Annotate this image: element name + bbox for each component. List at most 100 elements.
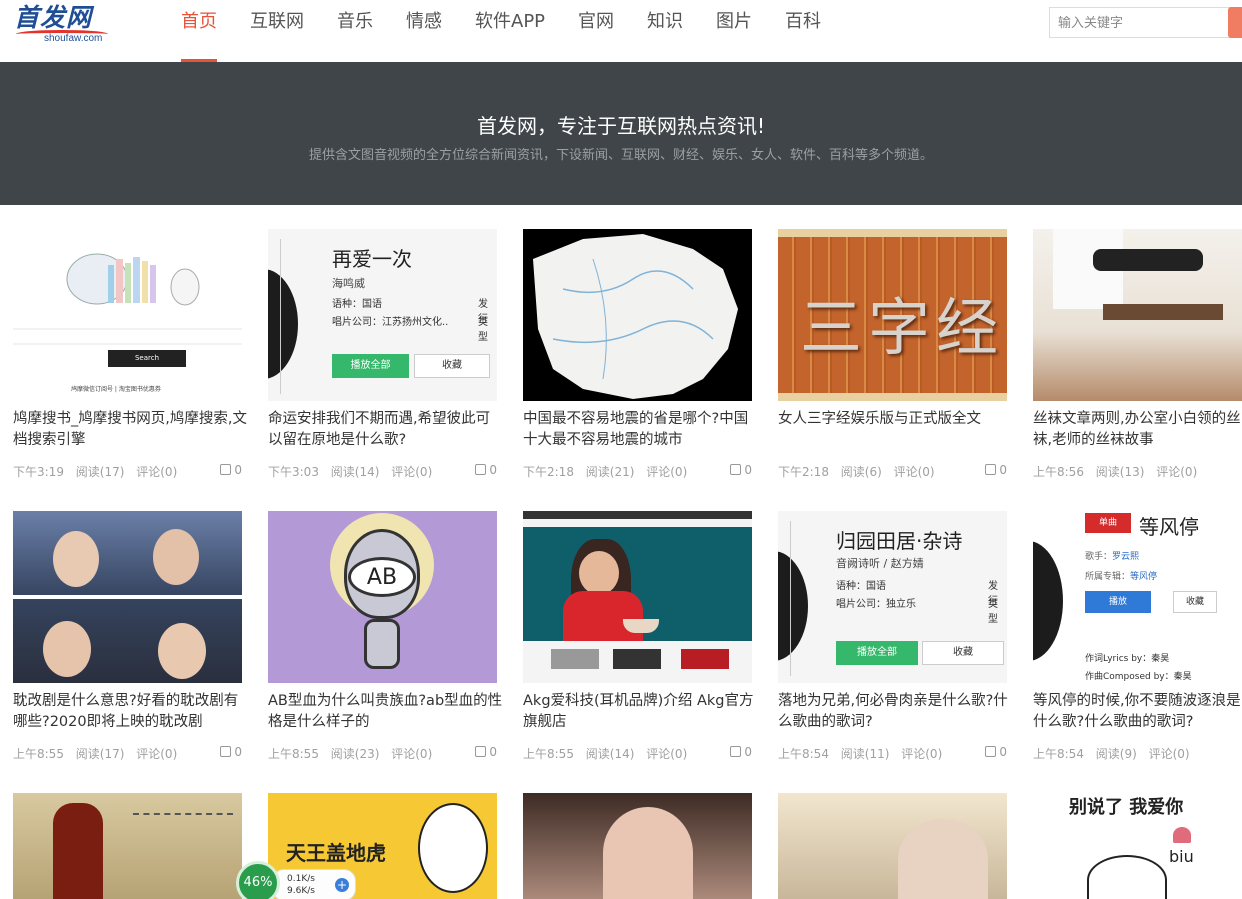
nav-item-official[interactable]: 官网: [567, 0, 625, 62]
site-logo[interactable]: 首发网 shoufaw.com: [14, 3, 114, 44]
article-meta: 上午8:54 阅读(11) 评论(0) 0: [778, 745, 1007, 762]
article-thumbnail[interactable]: [13, 511, 242, 683]
song-artist: 音阙诗听 / 赵方婧: [836, 557, 924, 570]
logo-domain: shoufaw.com: [44, 33, 103, 44]
like-count: 0: [999, 463, 1007, 477]
article-time: 上午8:55: [268, 747, 319, 761]
article-thumbnail[interactable]: [523, 511, 752, 683]
article-reads: 阅读(13): [1095, 465, 1145, 479]
article-thumbnail[interactable]: [13, 793, 242, 899]
speed-panel: 0.1K/s 9.6K/s +: [272, 869, 356, 899]
nav-item-home[interactable]: 首页: [170, 0, 228, 62]
photo-face: [158, 623, 206, 679]
network-speed-widget[interactable]: 0.1K/s 9.6K/s + 46%: [236, 861, 358, 899]
thumbs-up-icon: [220, 746, 232, 757]
article-thumbnail[interactable]: 单曲 等风停 歌手：罗云熙 所属专辑：等风停 播放 收藏 作词Lyrics by…: [1033, 511, 1242, 683]
vinyl-record-icon: [778, 551, 808, 661]
like-button[interactable]: 0: [475, 463, 497, 477]
article-title[interactable]: 耽改剧是什么意思?好看的耽改剧有哪些?2020即将上映的耽改剧: [13, 691, 248, 733]
like-button[interactable]: 0: [475, 745, 497, 759]
like-button[interactable]: 0: [220, 745, 242, 759]
like-button[interactable]: 0: [730, 745, 752, 759]
article-comments: 评论(0): [646, 465, 688, 479]
article-title[interactable]: Akg爱科技(耳机品牌)介绍 Akg官方旗舰店: [523, 691, 758, 733]
nav-item-encyclopedia[interactable]: 百科: [774, 0, 832, 62]
article-reads: 阅读(17): [75, 465, 125, 479]
character-body: [364, 619, 400, 669]
article-thumbnail[interactable]: [523, 229, 752, 401]
plus-icon[interactable]: +: [335, 878, 349, 892]
article-title[interactable]: 落地为兄弟,何必骨肉亲是什么歌?什么歌曲的歌词?: [778, 691, 1013, 733]
article-meta: 下午2:18 阅读(21) 评论(0) 0: [523, 463, 752, 480]
article-time: 上午8:54: [778, 747, 829, 761]
coffee-cup-icon: [623, 619, 659, 633]
article-reads: 阅读(6): [840, 465, 882, 479]
photo-skirt: [1093, 249, 1203, 271]
article-thumbnail[interactable]: 再爱一次 海鸣威 语种：国语 唱片公司：江苏扬州文化.. 发行 类型 播放全部 …: [268, 229, 497, 401]
song-language: 语种：国语: [836, 581, 886, 592]
search-input[interactable]: [1049, 7, 1234, 38]
map-image: [533, 234, 738, 399]
article-title[interactable]: 命运安排我们不期而遇,希望彼此可以留在原地是什么歌?: [268, 409, 503, 451]
article-meta: 下午3:03 阅读(14) 评论(0) 0: [268, 463, 497, 480]
song-language: 语种：国语: [332, 299, 382, 310]
single-tag: 单曲: [1085, 513, 1131, 533]
article-time: 下午3:03: [268, 465, 319, 479]
favorite-image: 收藏: [414, 354, 490, 378]
like-button[interactable]: 0: [220, 463, 242, 477]
search-button[interactable]: [1228, 7, 1242, 38]
nav-item-knowledge[interactable]: 知识: [636, 0, 694, 62]
article-card[interactable]: 单曲 等风停 歌手：罗云熙 所属专辑：等风停 播放 收藏 作词Lyrics by…: [1033, 511, 1242, 771]
lyrics-credit: 作词Lyrics by：秦昊: [1085, 654, 1170, 664]
thumbs-up-icon: [475, 746, 487, 757]
photo-desk: [1103, 304, 1223, 320]
nav-item-images[interactable]: 图片: [705, 0, 763, 62]
article-meta: 上午8:55 阅读(14) 评论(0) 0: [523, 745, 752, 762]
nav-item-emotion[interactable]: 情感: [395, 0, 453, 62]
sketch-lines: [133, 813, 233, 853]
article-time: 上午8:55: [523, 747, 574, 761]
article-thumbnail[interactable]: Search 鸠摩微信订阅号 | 淘宝图书优惠券: [13, 229, 242, 401]
article-title[interactable]: 等风停的时候,你不要随波逐浪是什么歌?什么歌曲的歌词?: [1033, 691, 1242, 733]
article-thumbnail[interactable]: [1033, 229, 1242, 401]
article-thumbnail[interactable]: AB: [268, 511, 497, 683]
thumbs-up-icon: [220, 464, 232, 475]
article-reads: 阅读(11): [840, 747, 890, 761]
article-title[interactable]: 丝袜文章两则,办公室小白领的丝袜,老师的丝袜故事: [1033, 409, 1242, 451]
play-button-image: 播放: [1085, 591, 1151, 613]
article-thumbnail[interactable]: [523, 793, 752, 899]
web-thumb: [613, 649, 661, 669]
like-button[interactable]: 0: [985, 463, 1007, 477]
nav-item-music[interactable]: 音乐: [326, 0, 384, 62]
photo-divider: [13, 595, 242, 599]
like-count: 0: [234, 745, 242, 759]
nav-item-software[interactable]: 软件APP: [464, 0, 556, 62]
song-artist: 海鸣威: [332, 277, 365, 290]
article-card[interactable]: 丝袜文章两则,办公室小白领的丝袜,老师的丝袜故事 上午8:56 阅读(13) 评…: [1033, 229, 1242, 489]
like-button[interactable]: 0: [985, 745, 1007, 759]
elephant-books-illustration: [13, 253, 242, 345]
main-nav: 首页 互联网 音乐 情感 软件APP 官网 知识 图片 百科: [170, 0, 843, 62]
thumbs-up-icon: [730, 746, 742, 757]
article-comments: 评论(0): [136, 465, 178, 479]
article-title[interactable]: 鸠摩搜书_鸠摩搜书网页,鸠摩搜索,文档搜索引擎: [13, 409, 248, 451]
like-button[interactable]: 0: [730, 463, 752, 477]
article-comments: 评论(0): [391, 465, 433, 479]
vinyl-record-icon: [268, 269, 298, 379]
article-title[interactable]: 中国最不容易地震的省是哪个?中国十大最不容易地震的城市: [523, 409, 758, 451]
article-thumbnail[interactable]: 别说了 我爱你 biu: [1033, 793, 1242, 899]
nav-item-internet[interactable]: 互联网: [239, 0, 315, 62]
scroll-edge: [778, 229, 1007, 237]
article-title[interactable]: AB型血为什么叫贵族血?ab型血的性格是什么样子的: [268, 691, 503, 733]
article-comments: 评论(0): [901, 747, 943, 761]
photo-person-face: [579, 551, 619, 595]
divider: [280, 239, 281, 394]
site-header: 首发网 shoufaw.com 首页 互联网 音乐 情感 软件APP 官网 知识…: [0, 0, 1242, 62]
memory-percent-badge[interactable]: 46%: [236, 861, 280, 899]
article-thumbnail[interactable]: 归园田居·杂诗 音阙诗听 / 赵方婧 语种：国语 唱片公司：独立乐 发行 类型 …: [778, 511, 1007, 683]
web-topbar: [523, 511, 752, 519]
article-title[interactable]: 女人三字经娱乐版与正式版全文: [778, 409, 1013, 430]
article-thumbnail[interactable]: 三字经: [778, 229, 1007, 401]
article-thumbnail[interactable]: [778, 793, 1007, 899]
song-singer: 歌手：罗云熙: [1085, 549, 1139, 562]
